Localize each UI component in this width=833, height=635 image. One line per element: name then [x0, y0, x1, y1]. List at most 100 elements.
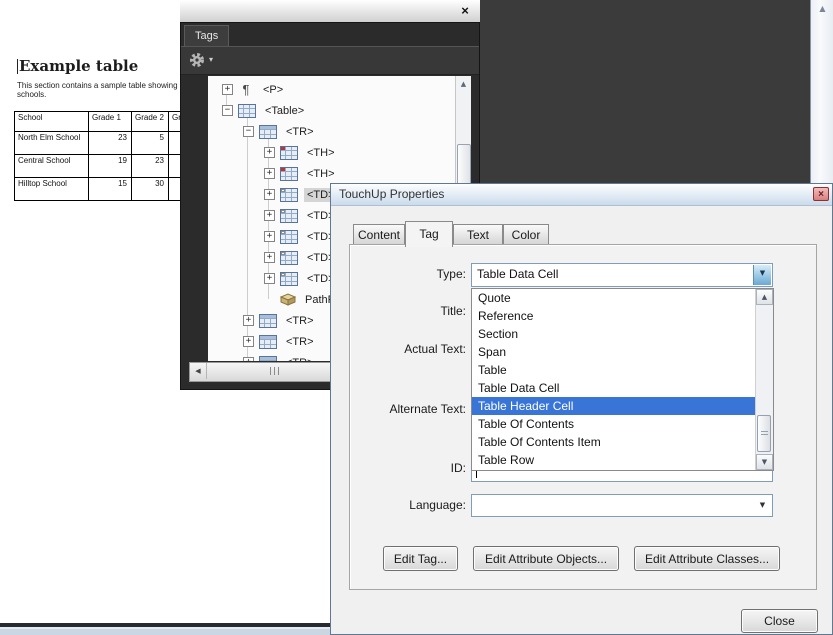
table-data-cell-tag-icon: [280, 188, 298, 202]
tree-item[interactable]: + <TR>: [208, 331, 317, 352]
tags-panel-titlebar[interactable]: ×: [180, 0, 480, 23]
close-icon[interactable]: ×: [457, 3, 473, 19]
column-header: Grade 1: [89, 112, 132, 132]
tab-content[interactable]: Content: [353, 224, 405, 245]
expand-toggle-icon[interactable]: +: [222, 84, 233, 95]
table-data-cell-tag-icon: [280, 272, 298, 286]
expand-toggle-icon[interactable]: +: [264, 168, 275, 179]
table-data-cell-tag-icon: [280, 209, 298, 223]
dialog-titlebar[interactable]: TouchUp Properties ×: [331, 184, 832, 206]
tree-item[interactable]: +<TD>: [208, 247, 338, 268]
tab-text[interactable]: Text: [453, 224, 503, 245]
column-header: School: [15, 112, 89, 132]
actual-text-label: Actual Text:: [351, 342, 466, 356]
dropdown-option[interactable]: Table Of Contents Item: [472, 433, 756, 451]
dropdown-option[interactable]: Table Data Cell: [472, 379, 756, 397]
dropdown-option[interactable]: Table: [472, 361, 756, 379]
scroll-up-icon[interactable]: ▲: [456, 80, 471, 88]
scrollbar-grip[interactable]: [270, 367, 282, 375]
table-tag-icon: [238, 104, 256, 118]
type-dropdown-button[interactable]: ▼: [753, 265, 771, 285]
edit-tag-button[interactable]: Edit Tag...: [383, 546, 458, 571]
tree-item[interactable]: + <TR>: [208, 352, 317, 361]
edit-attribute-classes-button[interactable]: Edit Attribute Classes...: [634, 546, 780, 571]
edit-attribute-objects-button[interactable]: Edit Attribute Objects...: [473, 546, 619, 571]
expand-toggle-icon[interactable]: −: [222, 105, 233, 116]
application-window: Example table This section contains a sa…: [0, 0, 833, 635]
dropdown-option[interactable]: Table Of Contents: [472, 415, 756, 433]
id-label: ID:: [351, 461, 466, 475]
tree-item[interactable]: + <TR>: [208, 310, 317, 331]
tree-item-label[interactable]: <TR>: [283, 314, 317, 328]
language-dropdown-button[interactable]: ▼: [755, 497, 770, 514]
table-data-cell-tag-icon: [280, 230, 298, 244]
tree-item[interactable]: − <TR>: [208, 121, 317, 142]
language-combobox[interactable]: ▼: [471, 494, 773, 517]
dropdown-option[interactable]: Quote: [472, 289, 756, 307]
table-row-tag-icon: [259, 356, 277, 362]
column-header: Grade 2: [132, 112, 169, 132]
tab-tag[interactable]: Tag: [405, 221, 453, 247]
tree-item-label[interactable]: <Table>: [262, 104, 307, 118]
scroll-down-icon[interactable]: ▼: [756, 454, 773, 470]
dropdown-option[interactable]: Table Row: [472, 451, 756, 469]
close-icon[interactable]: ×: [813, 187, 829, 201]
scroll-left-icon[interactable]: ◀: [190, 363, 207, 379]
tree-item[interactable]: + <TH>: [208, 163, 338, 184]
title-label: Title:: [351, 304, 466, 318]
scroll-up-icon[interactable]: ▲: [756, 289, 773, 305]
tab-color[interactable]: Color: [503, 224, 549, 245]
expand-toggle-icon[interactable]: +: [243, 336, 254, 347]
expand-toggle-icon[interactable]: +: [243, 357, 254, 361]
expand-toggle-icon[interactable]: +: [264, 231, 275, 242]
alternate-text-label: Alternate Text:: [351, 402, 466, 416]
expand-toggle-icon[interactable]: −: [243, 126, 254, 137]
expand-toggle-icon[interactable]: +: [243, 315, 254, 326]
tree-item[interactable]: PathPa: [208, 289, 344, 310]
text-cursor: [17, 59, 18, 74]
tree-item[interactable]: +¶<P>: [208, 79, 286, 100]
tree-item-label[interactable]: <TR>: [283, 125, 317, 139]
table-row-tag-icon: [259, 335, 277, 349]
tree-item[interactable]: + <TH>: [208, 142, 338, 163]
language-label: Language:: [351, 498, 466, 512]
table-cell: 5: [132, 132, 169, 155]
table-cell: North Elm School: [15, 132, 89, 155]
tree-item-label[interactable]: <TH>: [304, 146, 338, 160]
table-cell: Central School: [15, 155, 89, 178]
tree-item-label[interactable]: <P>: [260, 83, 286, 97]
expand-toggle-icon[interactable]: +: [264, 189, 275, 200]
type-value: Table Data Cell: [472, 264, 772, 281]
tree-item[interactable]: − <Table>: [208, 100, 307, 121]
document-heading: Example table: [19, 57, 138, 75]
expand-toggle-icon[interactable]: +: [264, 147, 275, 158]
container-object-icon: [280, 293, 296, 306]
expand-toggle-icon[interactable]: +: [264, 273, 275, 284]
tree-item[interactable]: +<TD>: [208, 205, 338, 226]
tab-tags[interactable]: Tags: [184, 25, 229, 47]
type-combobox[interactable]: Table Data Cell ▼: [471, 263, 773, 287]
expand-toggle-icon[interactable]: +: [264, 210, 275, 221]
dropdown-scrollbar[interactable]: ▲ ▼: [755, 289, 773, 470]
tree-item-label[interactable]: <TR>: [283, 356, 317, 362]
expand-toggle-icon[interactable]: +: [264, 252, 275, 263]
tree-item[interactable]: +<TD>: [208, 184, 338, 205]
close-button[interactable]: Close: [741, 609, 818, 633]
tree-item[interactable]: +<TD>: [208, 226, 338, 247]
dropdown-option[interactable]: Section: [472, 325, 756, 343]
dropdown-option[interactable]: Span: [472, 343, 756, 361]
chevron-down-icon: ▼: [755, 501, 770, 509]
dropdown-option[interactable]: Table Header Cell: [472, 397, 756, 415]
language-value: [472, 495, 772, 498]
type-label: Type:: [351, 267, 466, 281]
scroll-up-icon[interactable]: ▲: [811, 4, 833, 13]
scrollbar-thumb[interactable]: [757, 415, 771, 452]
tree-item-label[interactable]: <TH>: [304, 167, 338, 181]
table-cell: Hilltop School: [15, 178, 89, 201]
tree-item-label[interactable]: <TR>: [283, 335, 317, 349]
table-cell: 15: [89, 178, 132, 201]
dropdown-option[interactable]: Reference: [472, 307, 756, 325]
tree-item[interactable]: +<TD>: [208, 268, 338, 289]
gear-icon: [189, 51, 206, 68]
options-menu-button[interactable]: ▾: [189, 51, 219, 69]
